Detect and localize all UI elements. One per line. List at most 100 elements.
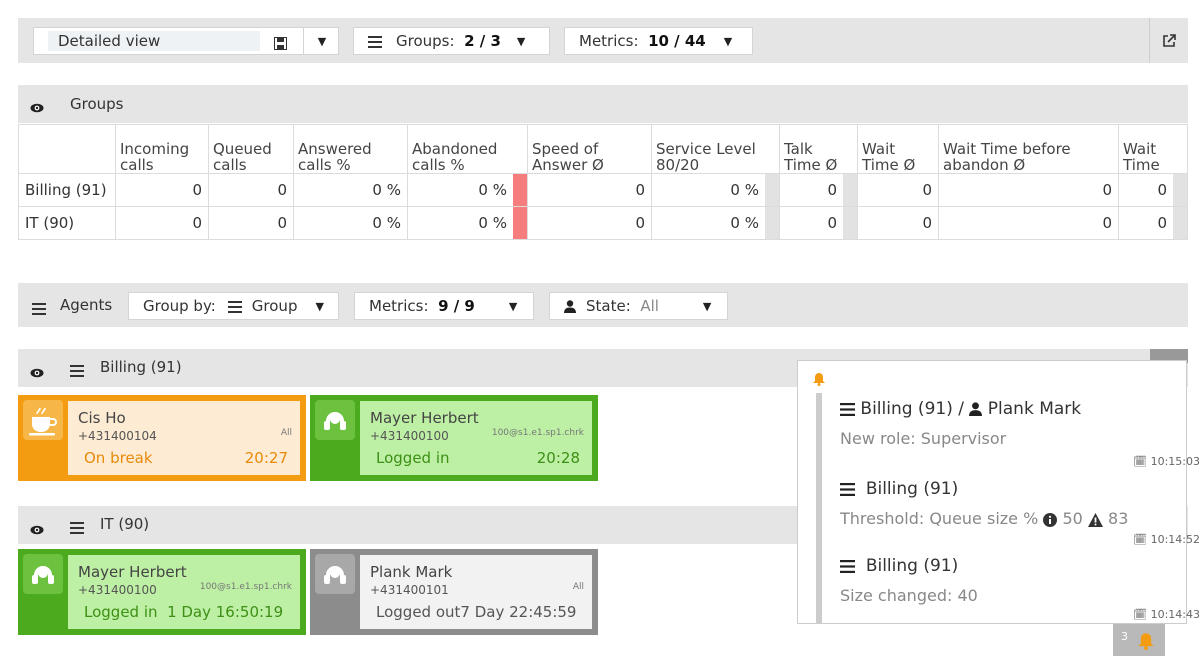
column-header[interactable]: Answered calls % bbox=[293, 124, 408, 174]
state-value: All bbox=[640, 297, 659, 315]
list-icon bbox=[840, 479, 855, 499]
view-name-field[interactable]: Detailed view bbox=[48, 31, 260, 51]
external-link-icon bbox=[1162, 32, 1176, 50]
talk-time-indicator bbox=[843, 174, 857, 206]
list-icon bbox=[70, 361, 84, 379]
notification-agent: Plank Mark bbox=[987, 399, 1082, 419]
table-cell: 0 bbox=[1118, 206, 1188, 240]
table-cell: 0 bbox=[938, 206, 1119, 240]
column-header[interactable]: Speed of Answer Ø bbox=[527, 124, 652, 174]
agent-extension: All bbox=[280, 428, 292, 438]
notification-count: 3 bbox=[1121, 630, 1128, 643]
table-header-row: Incoming calls Queued calls Answered cal… bbox=[18, 124, 1188, 174]
column-header[interactable]: Queued calls bbox=[208, 124, 294, 174]
row-label: Billing (91) bbox=[18, 173, 116, 207]
notification-item[interactable]: Billing (91) Size changed: 40 🗓 10:14:43 bbox=[840, 556, 1200, 621]
agent-card[interactable]: Mayer Herbert +431400100 100@s1.e1.sp1.c… bbox=[310, 395, 598, 481]
wait-time-indicator bbox=[1173, 174, 1187, 206]
agent-status: Logged in bbox=[376, 449, 450, 467]
column-header[interactable]: Wait Time bbox=[1118, 124, 1188, 174]
it-group-title: IT (90) bbox=[100, 515, 150, 533]
agent-card-body: Mayer Herbert +431400100 100@s1.e1.sp1.c… bbox=[360, 401, 592, 475]
notifications-popup[interactable]: Billing (91) / Plank Mark New role: Supe… bbox=[797, 360, 1200, 624]
table-cell: 0 bbox=[208, 206, 294, 240]
agent-extension: 100@s1.e1.sp1.chrk bbox=[199, 582, 292, 592]
agent-metrics-selector[interactable]: Metrics: 9 / 9 ▼ bbox=[354, 292, 534, 320]
agent-status-line: Logged in 1 Day 16:50:19 bbox=[84, 603, 283, 621]
headset-icon bbox=[310, 549, 360, 635]
agent-extension: 100@s1.e1.sp1.chrk bbox=[491, 428, 584, 438]
billing-group-title: Billing (91) bbox=[100, 358, 182, 376]
chevron-down-icon[interactable]: ▼ bbox=[517, 35, 525, 48]
table-row[interactable]: Billing (91) 0 0 0 % 0 % 0 0 % 0 0 0 0 bbox=[18, 173, 1188, 207]
view-selector[interactable]: Detailed view ▼ bbox=[33, 27, 339, 55]
agent-status: Logged in bbox=[84, 603, 158, 621]
state-filter[interactable]: State: All ▼ bbox=[549, 292, 728, 320]
table-cell: 0 bbox=[857, 173, 939, 207]
external-link-button[interactable] bbox=[1149, 18, 1188, 63]
chevron-down-icon[interactable]: ▼ bbox=[315, 300, 323, 313]
bell-icon bbox=[812, 369, 826, 387]
column-header[interactable]: Service Level 80/20 bbox=[651, 124, 780, 174]
agents-toolbar: Agents Group by: Group ▼ Metrics: 9 / 9 … bbox=[18, 283, 1188, 327]
wait-time-indicator bbox=[1173, 207, 1187, 239]
agent-metrics-label: Metrics: bbox=[369, 297, 429, 315]
chevron-down-icon[interactable]: ▼ bbox=[724, 35, 732, 48]
column-header[interactable]: Wait Time Ø bbox=[857, 124, 939, 174]
calendar-icon: 🗓 bbox=[1133, 533, 1148, 546]
agent-extension: All bbox=[572, 582, 584, 592]
eye-icon[interactable] bbox=[30, 363, 44, 381]
view-dropdown-caret[interactable]: ▼ bbox=[303, 28, 340, 54]
agent-status-time: 7 Day 22:45:59 bbox=[460, 603, 577, 621]
chevron-down-icon[interactable]: ▼ bbox=[703, 300, 711, 313]
agent-card[interactable]: Plank Mark +431400101 All Logged out7 Da… bbox=[310, 549, 598, 635]
agents-title: Agents bbox=[60, 296, 113, 314]
column-header[interactable]: Incoming calls bbox=[115, 124, 209, 174]
column-header[interactable]: Talk Time Ø bbox=[779, 124, 858, 174]
group-by-label: Group by: bbox=[143, 297, 216, 315]
notification-time: 🗓 10:14:43 bbox=[1133, 608, 1200, 621]
agent-metrics-count: 9 / 9 bbox=[438, 297, 475, 315]
state-label: State: bbox=[586, 297, 631, 315]
agent-status-time: 20:27 bbox=[244, 449, 288, 467]
warning-value: 83 bbox=[1108, 509, 1129, 528]
agent-phone: +431400104 bbox=[78, 429, 157, 443]
groups-selector[interactable]: Groups: 2 / 3 ▼ bbox=[353, 27, 550, 55]
eye-icon[interactable] bbox=[30, 520, 44, 538]
notification-time: 🗓 10:15:03 bbox=[1133, 455, 1200, 468]
table-cell: 0 bbox=[1118, 173, 1188, 207]
column-header[interactable]: Wait Time before abandon Ø bbox=[938, 124, 1119, 174]
notification-group: Billing (91) bbox=[865, 556, 959, 576]
warning-icon bbox=[1087, 509, 1103, 528]
service-level-indicator bbox=[765, 207, 779, 239]
calendar-icon: 🗓 bbox=[1133, 608, 1148, 621]
table-cell: 0 bbox=[115, 206, 209, 240]
agent-status: Logged out bbox=[376, 603, 461, 621]
column-header[interactable]: Abandoned calls % bbox=[407, 124, 528, 174]
agent-name: Mayer Herbert bbox=[370, 409, 479, 427]
notification-time: 🗓 10:14:52 bbox=[1133, 533, 1200, 546]
top-toolbar: Detailed view ▼ Groups: 2 / 3 ▼ Metrics:… bbox=[18, 18, 1188, 63]
coffee-icon bbox=[18, 395, 68, 481]
abandon-alert-indicator bbox=[513, 207, 527, 239]
table-row[interactable]: IT (90) 0 0 0 % 0 % 0 0 % 0 0 0 0 bbox=[18, 206, 1188, 240]
agent-card-body: Cis Ho +431400104 All On break 20:27 bbox=[68, 401, 300, 475]
metrics-selector[interactable]: Metrics: 10 / 44 ▼ bbox=[564, 27, 753, 55]
agent-card[interactable]: Mayer Herbert +431400100 100@s1.e1.sp1.c… bbox=[18, 549, 306, 635]
notification-group: Billing (91) bbox=[860, 399, 953, 419]
chevron-down-icon[interactable]: ▼ bbox=[509, 300, 517, 313]
agent-card[interactable]: Cis Ho +431400104 All On break 20:27 bbox=[18, 395, 306, 481]
agent-card-body: Mayer Herbert +431400100 100@s1.e1.sp1.c… bbox=[68, 555, 300, 629]
notification-separator: / bbox=[958, 399, 964, 419]
row-label: IT (90) bbox=[18, 206, 116, 240]
table-cell: 0 % bbox=[407, 206, 528, 240]
group-by-selector[interactable]: Group by: Group ▼ bbox=[128, 292, 339, 320]
headset-icon bbox=[18, 549, 68, 635]
save-icon[interactable] bbox=[274, 34, 287, 52]
agent-phone: +431400100 bbox=[78, 583, 157, 597]
info-value: 50 bbox=[1062, 509, 1083, 528]
notification-item[interactable]: Billing (91) Threshold: Queue size % 50 … bbox=[840, 479, 1200, 546]
notification-bell-button[interactable]: 3 bbox=[1113, 624, 1165, 656]
notification-item[interactable]: Billing (91) / Plank Mark New role: Supe… bbox=[840, 399, 1200, 468]
eye-icon[interactable] bbox=[30, 98, 44, 116]
